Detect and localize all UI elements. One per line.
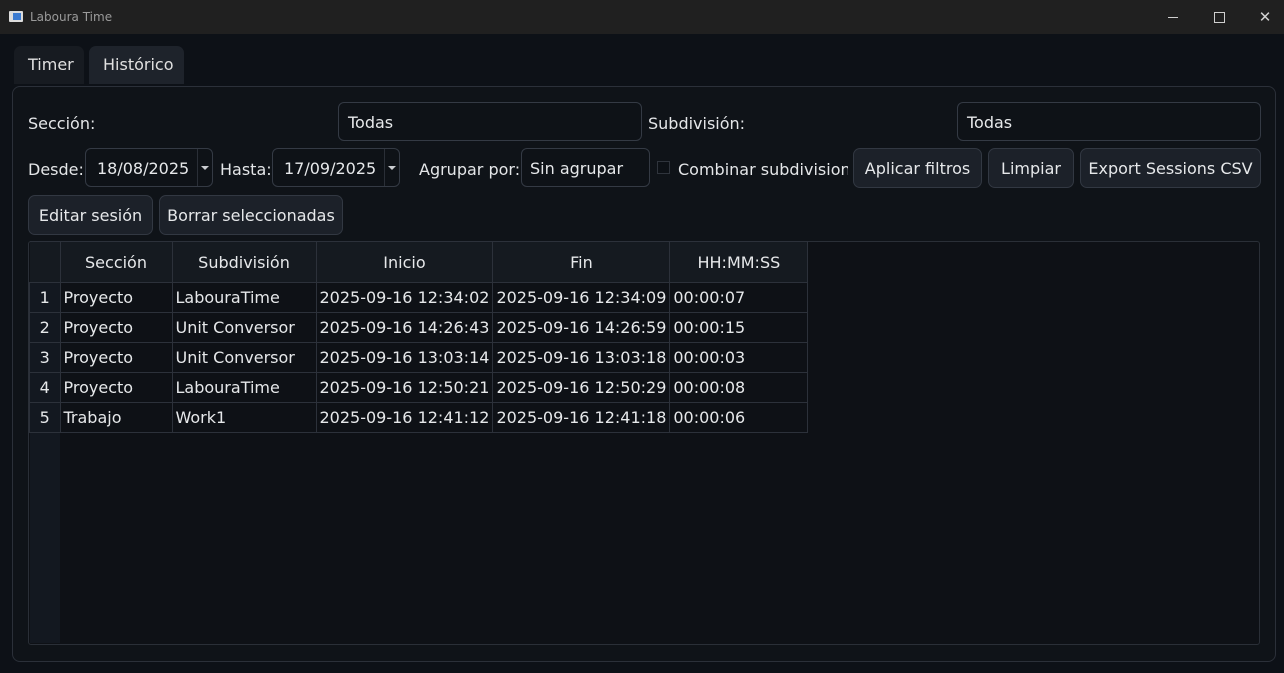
row-number[interactable]: 2 bbox=[29, 312, 61, 343]
cell-duracion[interactable]: 00:00:08 bbox=[669, 372, 809, 403]
table-row[interactable]: 3 Proyecto Unit Conversor 2025-09-16 13:… bbox=[29, 342, 809, 373]
from-label: Desde: bbox=[28, 160, 84, 179]
cell-subdivision[interactable]: Unit Conversor bbox=[171, 342, 317, 373]
cell-inicio[interactable]: 2025-09-16 12:50:21 bbox=[315, 372, 494, 403]
chevron-down-icon[interactable] bbox=[384, 149, 399, 186]
cell-seccion[interactable]: Proyecto bbox=[59, 342, 173, 373]
group-by-select[interactable]: Sin agrupar bbox=[521, 148, 650, 187]
column-header-duracion[interactable]: HH:MM:SS bbox=[669, 241, 809, 283]
cell-inicio[interactable]: 2025-09-16 12:34:02 bbox=[315, 282, 494, 313]
cell-duracion[interactable]: 00:00:15 bbox=[669, 312, 809, 343]
close-button[interactable]: ✕ bbox=[1242, 0, 1284, 34]
app-icon bbox=[9, 11, 23, 22]
cell-seccion[interactable]: Proyecto bbox=[59, 372, 173, 403]
cell-subdivision[interactable]: LabouraTime bbox=[171, 282, 317, 313]
row-number[interactable]: 5 bbox=[29, 402, 61, 433]
row-number[interactable]: 3 bbox=[29, 342, 61, 373]
tab-historico[interactable]: Histórico bbox=[89, 46, 184, 84]
cell-inicio[interactable]: 2025-09-16 14:26:43 bbox=[315, 312, 494, 343]
close-icon: ✕ bbox=[1258, 8, 1272, 26]
edit-session-button[interactable]: Editar sesión bbox=[28, 195, 153, 235]
cell-fin[interactable]: 2025-09-16 13:03:18 bbox=[492, 342, 671, 373]
cell-inicio[interactable]: 2025-09-16 13:03:14 bbox=[315, 342, 494, 373]
column-header-seccion[interactable]: Sección bbox=[59, 241, 173, 283]
cell-fin[interactable]: 2025-09-16 12:50:29 bbox=[492, 372, 671, 403]
window-title: Laboura Time bbox=[30, 10, 113, 24]
cell-subdivision[interactable]: Unit Conversor bbox=[171, 312, 317, 343]
to-date-field[interactable]: 17/09/2025 bbox=[272, 148, 400, 187]
sessions-table: Sección Subdivisión Inicio Fin HH:MM:SS … bbox=[29, 241, 809, 433]
cell-subdivision[interactable]: Work1 bbox=[171, 402, 317, 433]
section-label: Sección: bbox=[28, 114, 96, 133]
to-label: Hasta: bbox=[220, 160, 272, 179]
combine-checkbox[interactable] bbox=[657, 161, 670, 174]
row-number[interactable]: 4 bbox=[29, 372, 61, 403]
apply-filters-button[interactable]: Aplicar filtros bbox=[853, 148, 982, 188]
minimize-button[interactable] bbox=[1150, 0, 1196, 34]
cell-duracion[interactable]: 00:00:07 bbox=[669, 282, 809, 313]
export-csv-button[interactable]: Export Sessions CSV bbox=[1080, 148, 1261, 188]
table-header-row: Sección Subdivisión Inicio Fin HH:MM:SS bbox=[29, 241, 809, 283]
column-header-fin[interactable]: Fin bbox=[492, 241, 671, 283]
clear-button[interactable]: Limpiar bbox=[988, 148, 1074, 188]
from-date-value: 18/08/2025 bbox=[97, 159, 190, 178]
minimize-icon bbox=[1168, 17, 1178, 18]
to-date-value: 17/09/2025 bbox=[284, 159, 377, 178]
table-row[interactable]: 2 Proyecto Unit Conversor 2025-09-16 14:… bbox=[29, 312, 809, 343]
row-number[interactable]: 1 bbox=[29, 282, 61, 313]
maximize-icon bbox=[1213, 12, 1225, 23]
column-header-subdivision[interactable]: Subdivisión bbox=[171, 241, 317, 283]
table-row[interactable]: 1 Proyecto LabouraTime 2025-09-16 12:34:… bbox=[29, 282, 809, 313]
table-row[interactable]: 5 Trabajo Work1 2025-09-16 12:41:12 2025… bbox=[29, 402, 809, 433]
subdivision-select[interactable]: Todas bbox=[957, 102, 1261, 141]
cell-seccion[interactable]: Proyecto bbox=[59, 312, 173, 343]
cell-fin[interactable]: 2025-09-16 12:34:09 bbox=[492, 282, 671, 313]
chevron-down-icon[interactable] bbox=[197, 149, 212, 186]
tab-timer[interactable]: Timer bbox=[14, 46, 84, 84]
cell-inicio[interactable]: 2025-09-16 12:41:12 bbox=[315, 402, 494, 433]
maximize-button[interactable] bbox=[1196, 0, 1242, 34]
row-number-header[interactable] bbox=[29, 241, 61, 283]
subdivision-label: Subdivisión: bbox=[648, 114, 746, 133]
cell-fin[interactable]: 2025-09-16 14:26:59 bbox=[492, 312, 671, 343]
title-bar: Laboura Time ✕ bbox=[0, 0, 1284, 34]
column-header-inicio[interactable]: Inicio bbox=[315, 241, 494, 283]
cell-seccion[interactable]: Trabajo bbox=[59, 402, 173, 433]
cell-duracion[interactable]: 00:00:06 bbox=[669, 402, 809, 433]
section-select[interactable]: Todas bbox=[338, 102, 642, 141]
table-row[interactable]: 4 Proyecto LabouraTime 2025-09-16 12:50:… bbox=[29, 372, 809, 403]
from-date-field[interactable]: 18/08/2025 bbox=[85, 148, 213, 187]
combine-label[interactable]: Combinar subdivisione bbox=[678, 160, 848, 179]
cell-duracion[interactable]: 00:00:03 bbox=[669, 342, 809, 373]
cell-seccion[interactable]: Proyecto bbox=[59, 282, 173, 313]
group-by-label: Agrupar por: bbox=[419, 160, 521, 179]
cell-subdivision[interactable]: LabouraTime bbox=[171, 372, 317, 403]
delete-selected-button[interactable]: Borrar seleccionadas bbox=[159, 195, 343, 235]
cell-fin[interactable]: 2025-09-16 12:41:18 bbox=[492, 402, 671, 433]
